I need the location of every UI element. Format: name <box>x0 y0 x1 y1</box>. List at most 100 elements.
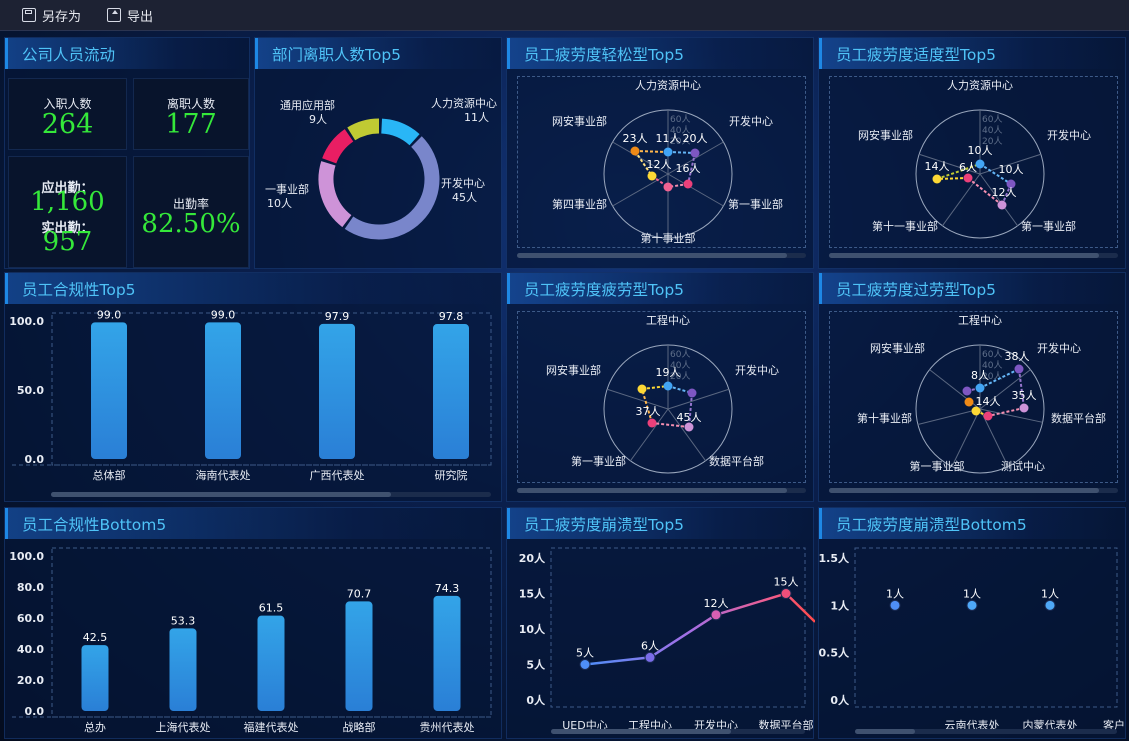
compliance-top-panel: 员工合规性Top5 100.0 50.0 0.0 99.0 总体部 99.0 海南代表处 97… <box>4 272 502 502</box>
donut-label-name: 通用应用部 <box>280 98 335 112</box>
horizontal-scrollbar[interactable] <box>829 488 1118 493</box>
bar <box>433 324 469 459</box>
radar-point-label: 38人 <box>1005 350 1030 363</box>
bar <box>433 595 461 711</box>
horizontal-scrollbar[interactable] <box>855 729 1117 734</box>
data-point <box>644 651 656 663</box>
radar-point <box>983 411 993 421</box>
data-point-label: 15人 <box>774 576 799 589</box>
radar-point <box>647 418 657 428</box>
donut-label-name: 一事业部 <box>265 182 309 196</box>
data-point <box>710 609 722 621</box>
data-point-label: 1人 <box>963 587 981 600</box>
bar-value-label: 99.0 <box>211 308 236 321</box>
collapse-bottom-title: 员工疲劳度崩溃型Bottom5 <box>819 508 1125 539</box>
bar <box>319 323 355 459</box>
radar-point-label: 12人 <box>647 158 672 171</box>
horizontal-scrollbar[interactable] <box>517 488 806 493</box>
radar-axis-label: 第十事业部 <box>641 231 696 245</box>
export-button[interactable]: 导出 <box>107 6 153 25</box>
y-tick-label: 5人 <box>526 658 546 672</box>
x-tick-label: 福建代表处 <box>244 720 299 734</box>
radar-point-label: 16人 <box>676 162 701 175</box>
donut-label-value: 10人 <box>267 197 292 210</box>
radar-scale-label: 60人 <box>982 114 1002 125</box>
radar-axis <box>667 173 724 207</box>
save-as-button[interactable]: 另存为 <box>22 6 81 25</box>
fatigue-moderate-panel: 员工疲劳度适度型Top5 人力资源中心 开发中心 第一事业部 第十一事业部 网安事业部 6… <box>818 37 1126 269</box>
horizontal-scrollbar[interactable] <box>829 253 1118 258</box>
radar-point <box>964 397 974 407</box>
bar-value-label: 61.5 <box>259 602 284 615</box>
y-tick-label: 100.0 <box>9 550 44 563</box>
radar-axis-label: 第十一事业部 <box>872 219 938 233</box>
data-point-label: 6人 <box>641 639 659 652</box>
radar-axis <box>917 408 981 425</box>
x-tick-label: 贵州代表处 <box>420 720 475 734</box>
toolbar: 另存为 导出 <box>0 0 1129 31</box>
radar-point-label: 12人 <box>992 186 1017 199</box>
radar-axis-label: 人力资源中心 <box>947 78 1013 92</box>
donut-label-name: 开发中心 <box>441 176 485 190</box>
rate-tile: 出勤率 82.50% <box>133 156 249 268</box>
bar <box>91 322 127 459</box>
radar-axis-label: 第一事业部 <box>571 454 626 468</box>
fatigue-moderate-title: 员工疲劳度适度型Top5 <box>819 38 1125 69</box>
radar-scale-label: 60人 <box>670 349 690 360</box>
x-tick-label: 总体部 <box>93 468 126 482</box>
radar-point-label: 45人 <box>677 411 702 424</box>
radar-point <box>630 146 640 156</box>
radar-point-label: 37人 <box>636 405 661 418</box>
radar-axis-label: 数据平台部 <box>1051 411 1106 425</box>
collapse-bottom-panel: 员工疲劳度崩溃型Bottom5 1.5人 1人 0.5人 0人 云南代表处 内蒙代表处 客户… <box>818 507 1126 739</box>
radar-axis-label: 第十事业部 <box>857 411 912 425</box>
radar-axis <box>951 408 981 467</box>
radar-point-label: 19人 <box>656 366 681 379</box>
data-point <box>966 599 978 611</box>
horizontal-scrollbar[interactable] <box>517 253 806 258</box>
x-tick-label: 研究院 <box>435 468 468 482</box>
radar-point-label: 8人 <box>971 369 989 382</box>
radar-point-label: 14人 <box>925 160 950 173</box>
fatigue-tired-panel: 员工疲劳度疲劳型Top5 工程中心 开发中心 数据平台部 第一事业部 网安事业部 60人 4… <box>506 272 814 502</box>
radar-axis-label: 开发中心 <box>735 363 779 377</box>
radar-point-label: 11人 <box>656 132 681 145</box>
radar-point <box>683 179 693 189</box>
data-point-label: 12人 <box>704 597 729 610</box>
fatigue-easy-panel: 员工疲劳度轻松型Top5 人力资源中心 开发中心 第一事业部 第十事业部 第四事业部 网安… <box>506 37 814 269</box>
y-tick-label: 20.0 <box>17 674 44 687</box>
y-tick-label: 40.0 <box>17 643 44 656</box>
export-icon <box>107 8 122 22</box>
bar-value-label: 97.8 <box>439 310 464 323</box>
bar-value-label: 99.0 <box>97 308 122 321</box>
donut-label-value: 11人 <box>464 111 489 124</box>
fatigue-over-radar: 工程中心开发中心数据平台部测试中心第一事业部第十事业部网安事业部 60人40人20… <box>857 314 1106 474</box>
y-tick-label: 60.0 <box>17 612 44 625</box>
y-tick-label: 0.0 <box>25 705 45 718</box>
radar-axis-label: 开发中心 <box>729 114 773 128</box>
horizontal-scrollbar[interactable] <box>51 492 491 497</box>
expected-value: 1,160 <box>30 187 105 217</box>
data-point <box>579 659 591 670</box>
radar-point <box>687 388 697 398</box>
radar-axis-label: 第一事业部 <box>728 197 783 211</box>
radar-scale-label: 40人 <box>982 125 1002 136</box>
radar-point <box>975 383 985 393</box>
hire-value: 264 <box>41 109 94 140</box>
y-tick-label: 0人 <box>526 693 546 707</box>
donut-label-name: 人力资源中心 <box>431 96 497 110</box>
collapse-bottom-line-chart: 1.5人1人0.5人0人云南代表处 内蒙代表处 客户1人 1人 1人 <box>819 547 1125 732</box>
dept-leave-panel: 部门离职人数Top5 人力资源中心11人开发中心45人数据平台部19人一事业部1… <box>254 37 502 269</box>
radar-axis-label: 工程中心 <box>958 314 1002 327</box>
fatigue-tired-radar: 工程中心开发中心数据平台部第一事业部网安事业部60人40人20人19人45人37… <box>546 314 779 474</box>
y-tick-label: 1.5人 <box>819 551 850 565</box>
compliance-bottom-title: 员工合规性Bottom5 <box>5 508 501 539</box>
x-tick-label: 战略部 <box>343 720 376 734</box>
bar <box>205 322 241 459</box>
save-icon <box>22 8 36 22</box>
radar-point <box>637 384 647 394</box>
bar <box>169 628 197 711</box>
horizontal-scrollbar[interactable] <box>551 729 805 734</box>
leave-value: 177 <box>165 109 217 140</box>
radar-point <box>962 386 972 396</box>
